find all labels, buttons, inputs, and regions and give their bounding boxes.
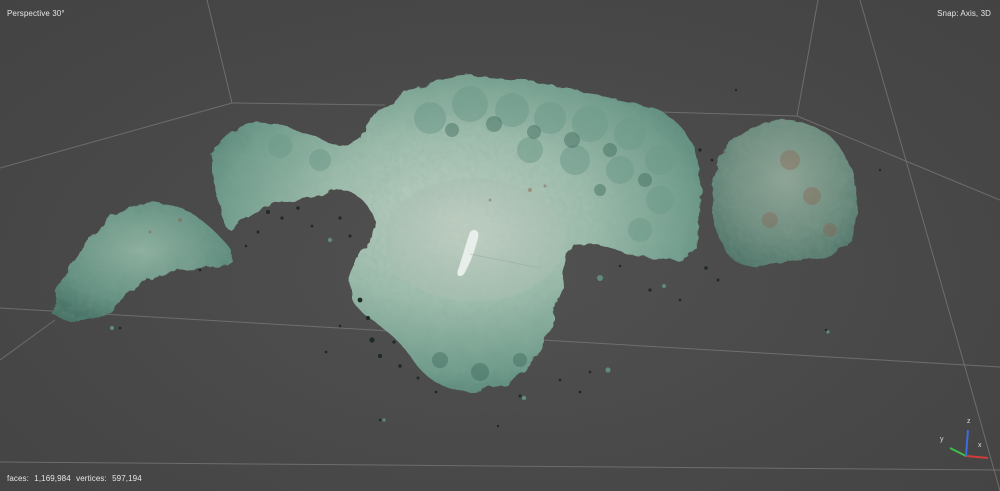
z-axis-line xyxy=(965,429,969,457)
y-axis-line xyxy=(949,447,967,457)
vertices-label: vertices: xyxy=(76,474,107,483)
faces-label: faces: xyxy=(7,474,29,483)
x-axis-line xyxy=(965,455,989,459)
3d-viewport[interactable]: Perspective 30° Snap: Axis, 3D faces: 1,… xyxy=(0,0,1000,491)
snap-mode-label[interactable]: Snap: Axis, 3D xyxy=(937,9,991,18)
faces-value: 1,169,984 xyxy=(34,474,71,483)
right-outcrop-mesh xyxy=(712,120,859,267)
axis-gizmo-icon[interactable]: z y x xyxy=(930,412,990,472)
y-axis-label: y xyxy=(940,436,944,443)
vertices-value: 597,194 xyxy=(112,474,142,483)
left-outcrop-mesh xyxy=(52,202,233,322)
view-mode-label[interactable]: Perspective 30° xyxy=(7,9,65,18)
scene-canvas[interactable] xyxy=(0,0,1000,491)
x-axis-label: x xyxy=(978,442,982,449)
mesh-stats: faces: 1,169,984 vertices: 597,194 xyxy=(7,474,142,483)
z-axis-label: z xyxy=(967,418,971,425)
